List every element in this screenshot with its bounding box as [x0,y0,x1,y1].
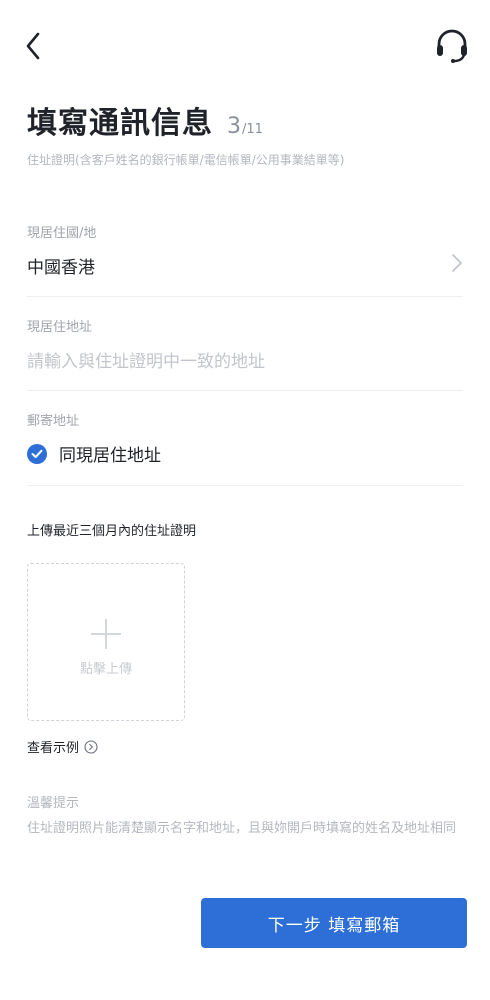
address-input[interactable]: 請輸入與住址證明中一致的地址 [27,347,463,372]
plus-icon [91,619,121,649]
view-example-link[interactable]: 查看示例 [27,737,98,756]
upload-title: 上傳最近三個月內的住址證明 [27,524,197,539]
divider [27,485,463,486]
headset-icon [437,29,467,63]
step-current: 3 [227,114,241,139]
play-circle-icon [84,739,98,754]
chevron-left-icon [26,32,40,60]
title-row: 填寫通訊信息 3 /11 [27,98,263,146]
back-button[interactable] [20,28,52,64]
address-field[interactable]: 現居住地址 請輸入與住址證明中一致的地址 [27,316,463,372]
same-address-checkbox[interactable]: 同現居住地址 [27,441,463,466]
country-field[interactable]: 現居住國/地 中國香港 [27,222,463,278]
next-step-button[interactable]: 下一步 填寫郵箱 [201,898,467,948]
country-value: 中國香港 [27,258,95,278]
check-icon [27,443,47,464]
page-subtitle: 住址證明(含客戶姓名的銀行帳單/電信帳單/公用事業結單等) [27,153,345,167]
mailing-address-label: 郵寄地址 [27,414,80,429]
view-example-label: 查看示例 [27,741,80,756]
divider [27,296,463,297]
tips-title: 溫馨提示 [27,796,80,811]
chevron-right-icon [452,254,462,272]
same-address-label: 同現居住地址 [59,446,161,466]
upload-button[interactable]: 點擊上傳 [27,563,185,721]
divider [27,390,463,391]
top-bar [0,0,490,90]
step-total: /11 [242,122,263,137]
country-label: 現居住國/地 [27,226,97,241]
page-title: 填寫通訊信息 [27,106,213,141]
tips-body: 住址證明照片能清楚顯示名字和地址，且與妳開戶時填寫的姓名及地址相同 [27,821,457,836]
customer-service-button[interactable] [432,26,472,66]
upload-button-label: 點擊上傳 [79,662,132,677]
mailing-address-field: 郵寄地址 同現居住地址 [27,410,463,466]
address-label: 現居住地址 [27,320,93,335]
